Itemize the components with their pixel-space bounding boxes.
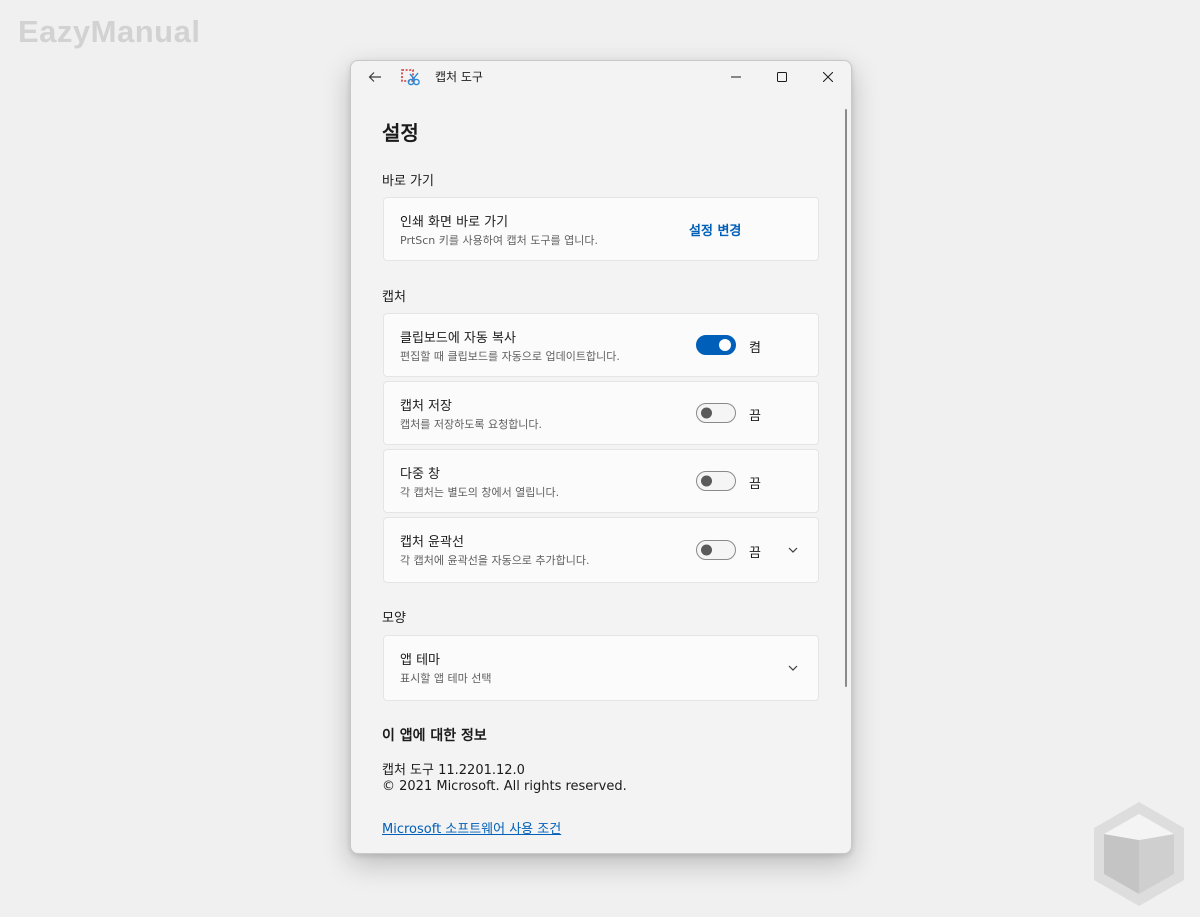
minimize-button[interactable] [713,61,759,93]
maximize-icon [777,72,787,82]
toggle-state-label: 끔 [749,546,761,561]
toggle-state-label: 끔 [749,409,761,424]
section-header-appearance: 모양 [382,611,406,626]
software-license-terms-link[interactable]: Microsoft 소프트웨어 사용 조건 [382,818,561,837]
toggle-knob [719,339,731,351]
back-button[interactable] [363,67,387,87]
window-title: 캡처 도구 [435,70,483,84]
about-title: 이 앱에 대한 정보 [382,728,487,744]
auto-copy-toggle[interactable] [696,335,736,355]
card-description: 각 캡처에 윤곽선을 자동으로 추가합니다. [400,554,590,567]
card-title: 앱 테마 [400,653,441,668]
toggle-knob [701,407,712,419]
section-header-capture: 캡처 [382,290,406,305]
chevron-down-icon[interactable] [786,661,800,675]
section-header-shortcut: 바로 가기 [382,174,434,189]
multiple-windows-card: 다중 창 각 캡처는 별도의 창에서 열립니다. 끔 [383,449,819,513]
card-title: 캡처 윤곽선 [400,535,464,550]
card-description: 각 캡처는 별도의 창에서 열립니다. [400,486,560,499]
card-title: 클립보드에 자동 복사 [400,331,516,346]
app-theme-card[interactable]: 앱 테마 표시할 앱 테마 선택 [383,635,819,701]
title-bar: 캡처 도구 [351,61,851,93]
card-title: 인쇄 화면 바로 가기 [400,215,509,230]
watermark-text: EazyManual [18,14,201,49]
toggle-state-label: 끔 [749,477,761,492]
toggle-knob [701,475,712,487]
card-description: 캡처를 저장하도록 요청합니다. [400,418,543,431]
toggle-knob [701,544,712,556]
arrow-left-icon [368,72,381,82]
multiple-windows-toggle[interactable] [696,471,736,491]
card-description: 표시할 앱 테마 선택 [400,672,492,685]
snipping-tool-window: 캡처 도구 설정 바로 가기 인쇄 화면 바로 가기 PrtScn 키를 사용하… [350,60,852,854]
card-title: 다중 창 [400,467,441,482]
chevron-down-icon[interactable] [786,543,800,557]
snipping-tool-icon [401,69,420,86]
save-capture-toggle[interactable] [696,403,736,423]
close-icon [823,72,833,82]
toggle-state-label: 켬 [749,341,761,356]
minimize-icon [731,76,741,78]
maximize-button[interactable] [759,61,805,93]
card-description: PrtScn 키를 사용하여 캡처 도구를 엽니다. [400,234,598,247]
print-screen-shortcut-card: 인쇄 화면 바로 가기 PrtScn 키를 사용하여 캡처 도구를 엽니다. 설… [383,197,819,261]
card-title: 캡처 저장 [400,399,452,414]
app-version: 캡처 도구 11.2201.12.0 [382,763,525,778]
capture-outline-toggle[interactable] [696,540,736,560]
vertical-scrollbar[interactable] [845,109,847,687]
change-settings-link[interactable]: 설정 변경 [689,220,741,239]
save-capture-card: 캡처 저장 캡처를 저장하도록 요청합니다. 끔 [383,381,819,445]
cube-logo-icon [1094,802,1184,906]
copyright-text: © 2021 Microsoft. All rights reserved. [382,779,627,794]
close-button[interactable] [805,61,851,93]
capture-outline-card[interactable]: 캡처 윤곽선 각 캡처에 윤곽선을 자동으로 추가합니다. 끔 [383,517,819,583]
page-title: 설정 [382,121,419,145]
auto-copy-clipboard-card: 클립보드에 자동 복사 편집할 때 클립보드를 자동으로 업데이트합니다. 켬 [383,313,819,377]
card-description: 편집할 때 클립보드를 자동으로 업데이트합니다. [400,350,620,363]
